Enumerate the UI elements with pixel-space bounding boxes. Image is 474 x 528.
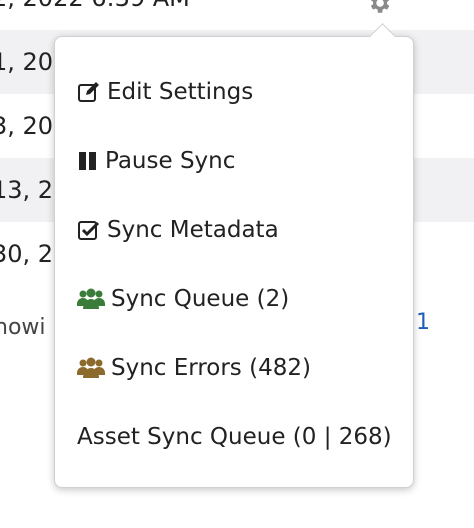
menu-item-asset-sync-queue[interactable]: Asset Sync Queue (0 | 268) bbox=[55, 402, 413, 471]
table-cell-date: 30, 2 bbox=[0, 240, 54, 268]
check-square-icon bbox=[77, 219, 101, 241]
menu-item-label: Pause Sync bbox=[105, 147, 236, 174]
users-icon bbox=[77, 357, 105, 379]
menu-item-label: Sync Metadata bbox=[107, 216, 279, 243]
pagination-link[interactable]: 1 bbox=[416, 310, 430, 335]
menu-item-sync-queue[interactable]: Sync Queue (2) bbox=[55, 264, 413, 333]
menu-item-sync-errors[interactable]: Sync Errors (482) bbox=[55, 333, 413, 402]
edit-icon bbox=[77, 81, 101, 103]
menu-item-pause-sync[interactable]: Pause Sync bbox=[55, 126, 413, 195]
menu-item-label: Sync Errors (482) bbox=[111, 354, 311, 381]
users-icon bbox=[77, 288, 105, 310]
menu-item-label: Asset Sync Queue (0 | 268) bbox=[77, 423, 392, 450]
menu-item-sync-metadata[interactable]: Sync Metadata bbox=[55, 195, 413, 264]
pagination-summary: howi bbox=[0, 315, 46, 340]
menu-item-label: Edit Settings bbox=[107, 78, 254, 105]
pause-icon bbox=[77, 150, 99, 172]
table-cell-date: 3, 20 bbox=[0, 112, 54, 140]
gear-icon[interactable] bbox=[366, 0, 392, 16]
menu-item-edit-settings[interactable]: Edit Settings bbox=[55, 57, 413, 126]
settings-dropdown-menu: Edit Settings Pause Sync Sync Metadata S… bbox=[54, 23, 414, 488]
table-cell-date: 1, 20 bbox=[0, 48, 54, 76]
menu-item-label: Sync Queue (2) bbox=[111, 285, 290, 312]
table-cell-date: 13, 2 bbox=[0, 176, 54, 204]
table-cell-date: 2, 2022 6:39 AM bbox=[0, 0, 190, 12]
table-row: 2, 2022 6:39 AM bbox=[0, 0, 474, 30]
